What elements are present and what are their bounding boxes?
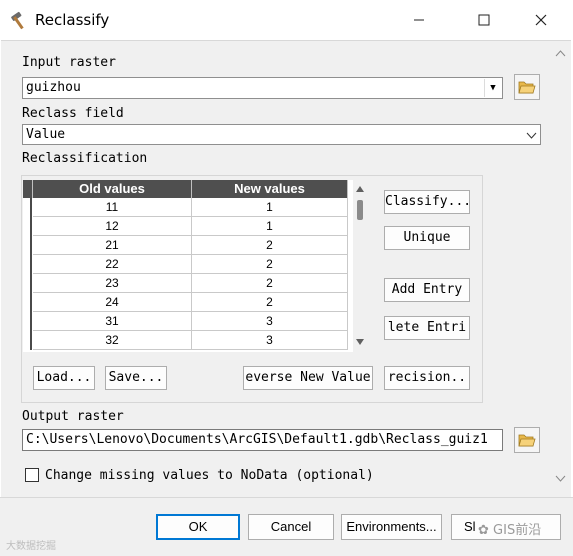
input-raster-value: guizhou [26, 80, 81, 95]
unique-button[interactable]: Unique [384, 226, 470, 250]
load-button[interactable]: Load... [33, 366, 95, 390]
window-title: Reclassify [35, 11, 110, 29]
browse-input-button[interactable] [514, 74, 540, 100]
old-value-cell[interactable]: 32 [33, 331, 192, 350]
new-value-cell[interactable]: 2 [192, 236, 348, 255]
old-value-cell[interactable]: 22 [33, 255, 192, 274]
reverse-new-values-button[interactable]: everse New Value [243, 366, 373, 390]
new-value-cell[interactable]: 2 [192, 274, 348, 293]
new-value-cell[interactable]: 2 [192, 255, 348, 274]
chevron-down-icon[interactable] [523, 126, 539, 144]
row-header[interactable] [23, 217, 32, 236]
nodata-checkbox[interactable] [25, 468, 39, 482]
cancel-button[interactable]: Cancel [248, 514, 334, 540]
reclass-field-dropdown[interactable]: Value [22, 124, 541, 145]
row-header[interactable] [23, 255, 32, 274]
watermark-right: ✿ GIS前沿 [478, 523, 542, 538]
wechat-icon: ✿ [478, 523, 489, 538]
close-button[interactable] [518, 0, 564, 40]
classify-button[interactable]: Classify... [384, 190, 470, 214]
new-value-cell[interactable]: 3 [192, 331, 348, 350]
old-value-cell[interactable]: 24 [33, 293, 192, 312]
save-button[interactable]: Save... [105, 366, 167, 390]
column-header-old-values[interactable]: Old values [33, 180, 192, 198]
dropdown-arrow-icon[interactable]: ▼ [484, 79, 501, 97]
old-value-cell[interactable]: 31 [33, 312, 192, 331]
row-header[interactable] [23, 236, 32, 255]
close-icon [535, 14, 547, 26]
input-raster-label: Input raster [22, 55, 116, 70]
nodata-label: Change missing values to NoData (optiona… [45, 468, 374, 483]
old-value-cell[interactable]: 12 [33, 217, 192, 236]
new-value-cell[interactable]: 1 [192, 198, 348, 217]
folder-open-icon [518, 81, 536, 94]
delete-entries-button[interactable]: lete Entri [384, 316, 470, 340]
reclass-field-value: Value [26, 127, 66, 142]
chevron-down-icon [555, 475, 566, 482]
row-header[interactable] [23, 293, 32, 312]
scroll-up-icon [356, 186, 364, 192]
row-header[interactable] [23, 331, 32, 350]
show-help-label: Sl [464, 519, 476, 534]
output-raster-label: Output raster [22, 409, 124, 424]
new-value-cell[interactable]: 3 [192, 312, 348, 331]
dialog-scrollbar[interactable] [552, 42, 569, 494]
add-entry-button[interactable]: Add Entry [384, 278, 470, 302]
row-header[interactable] [23, 198, 32, 217]
scroll-down-icon [356, 339, 364, 345]
folder-open-icon [518, 434, 536, 447]
output-raster-value: C:\Users\Lenovo\Documents\ArcGIS\Default… [26, 432, 488, 447]
scroll-thumb [357, 200, 363, 220]
reclassification-table: Old values New values 11 1 12 1 21 2 22 2 23 2 24 2… [23, 180, 353, 352]
new-value-cell[interactable]: 2 [192, 293, 348, 312]
old-value-cell[interactable]: 21 [33, 236, 192, 255]
ok-button[interactable]: OK [156, 514, 240, 540]
reclass-field-label: Reclass field [22, 106, 124, 121]
minimize-button[interactable] [396, 0, 442, 40]
browse-output-button[interactable] [514, 427, 540, 453]
environments-button[interactable]: Environments... [341, 514, 442, 540]
row-header[interactable] [23, 312, 32, 331]
old-value-cell[interactable]: 11 [33, 198, 192, 217]
output-raster-input[interactable]: C:\Users\Lenovo\Documents\ArcGIS\Default… [22, 429, 503, 451]
title-bar: Reclassify [0, 0, 573, 40]
chevron-up-icon [555, 50, 566, 57]
precision-button[interactable]: recision.. [384, 366, 470, 390]
new-value-cell[interactable]: 1 [192, 217, 348, 236]
column-header-new-values[interactable]: New values [192, 180, 348, 198]
row-header[interactable] [23, 274, 32, 293]
watermark-left: 大数据挖掘 [6, 541, 56, 552]
row-header-corner [23, 180, 33, 198]
input-raster-dropdown[interactable]: guizhou ▼ [22, 77, 503, 99]
old-value-cell[interactable]: 23 [33, 274, 192, 293]
hammer-icon [8, 9, 32, 31]
reclassification-label: Reclassification [22, 151, 148, 166]
table-scrollbar[interactable] [353, 182, 367, 350]
maximize-button[interactable] [461, 0, 507, 40]
